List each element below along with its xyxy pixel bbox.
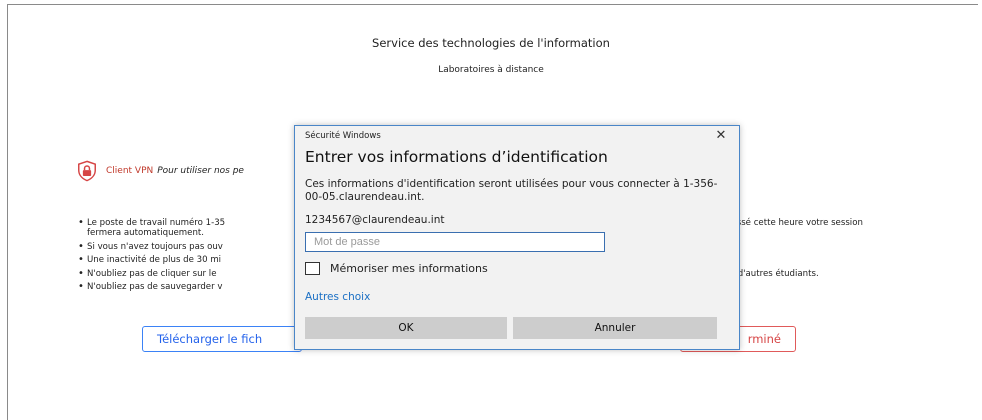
remember-credentials-checkbox[interactable]: Mémoriser mes informations	[305, 262, 488, 275]
vpn-client-link[interactable]: Client VPN	[106, 166, 153, 176]
list-item: Le poste de travail numéro 1-35 passé ce…	[78, 217, 863, 239]
list-item-text: N'oubliez pas de sauvegarder v	[87, 282, 223, 293]
list-item-text: Une inactivité de plus de 30 mi	[87, 255, 222, 266]
checkbox-box[interactable]	[305, 262, 320, 275]
more-choices-link[interactable]: Autres choix	[305, 291, 370, 303]
list-item: N'oubliez pas de sauvegarder v	[78, 281, 225, 294]
vpn-description: Pour utiliser nos pe	[157, 166, 244, 176]
list-item: Si vous n'avez toujours pas ouv	[78, 241, 225, 254]
password-input[interactable]	[305, 232, 605, 252]
list-item-text: Le poste de travail numéro 1-35	[87, 218, 226, 228]
cancel-button[interactable]: Annuler	[513, 317, 717, 339]
page-subtitle: Laboratoires à distance	[438, 65, 544, 75]
list-item: Une inactivité de plus de 30 mi	[78, 254, 225, 267]
list-item-text-continued: passé cette heure votre session	[726, 218, 863, 228]
instructions-list: Le poste de travail numéro 1-35 passé ce…	[78, 217, 863, 296]
windows-security-dialog: Sécurité Windows ✕ Entrer vos informatio…	[294, 125, 740, 350]
close-icon[interactable]: ✕	[713, 128, 729, 144]
dialog-heading: Entrer vos informations d’identification	[305, 148, 608, 166]
vpn-client-row: Client VPN Pour utiliser nos pe	[76, 160, 244, 182]
page-title: Service des technologies de l'informatio…	[372, 36, 610, 50]
list-item-text: N'oubliez pas de cliquer sur le	[87, 268, 217, 279]
ok-button[interactable]: OK	[305, 317, 507, 339]
list-item-text-line2: fermera automatiquement.	[87, 228, 205, 239]
username-label: 1234567@claurendeau.int	[305, 214, 445, 226]
dialog-description: Ces informations d'identification seront…	[305, 178, 718, 203]
dialog-caption: Sécurité Windows	[305, 131, 381, 141]
list-item-text: Si vous n'avez toujours pas ouv	[87, 241, 223, 252]
download-file-button[interactable]: Télécharger le fich	[142, 326, 302, 352]
list-item: N'oubliez pas de cliquer sur le ur d'aut…	[78, 268, 819, 281]
shield-lock-icon	[78, 160, 96, 182]
remember-label: Mémoriser mes informations	[330, 262, 488, 275]
